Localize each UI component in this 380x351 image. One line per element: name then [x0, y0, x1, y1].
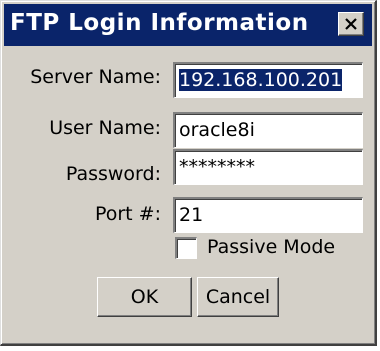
password-label: Password:: [65, 163, 161, 185]
user-name-input[interactable]: oracle8i: [173, 112, 363, 148]
server-name-value: 192.168.100.201: [179, 69, 343, 91]
ftp-login-dialog: FTP Login Information Server Name: 192.1…: [0, 0, 377, 346]
ok-button-label: OK: [130, 286, 159, 308]
cancel-button-label: Cancel: [205, 286, 271, 308]
close-x-icon: [345, 18, 357, 30]
password-input[interactable]: ********: [173, 149, 363, 185]
dialog-title: FTP Login Information: [10, 10, 309, 36]
port-label: Port #:: [94, 203, 161, 225]
password-value: ********: [179, 156, 255, 178]
cancel-button[interactable]: Cancel: [197, 277, 279, 317]
ok-button[interactable]: OK: [97, 277, 192, 317]
port-value: 21: [179, 204, 204, 226]
passive-mode-label[interactable]: Passive Mode: [207, 236, 335, 258]
port-input[interactable]: 21: [173, 197, 363, 233]
server-name-label: Server Name:: [30, 66, 161, 88]
user-name-label: User Name:: [49, 117, 161, 139]
close-button[interactable]: [338, 12, 364, 36]
title-bar[interactable]: FTP Login Information: [4, 4, 372, 46]
user-name-value: oracle8i: [179, 119, 255, 141]
passive-mode-checkbox[interactable]: [175, 237, 197, 259]
server-name-input[interactable]: 192.168.100.201: [173, 62, 363, 98]
